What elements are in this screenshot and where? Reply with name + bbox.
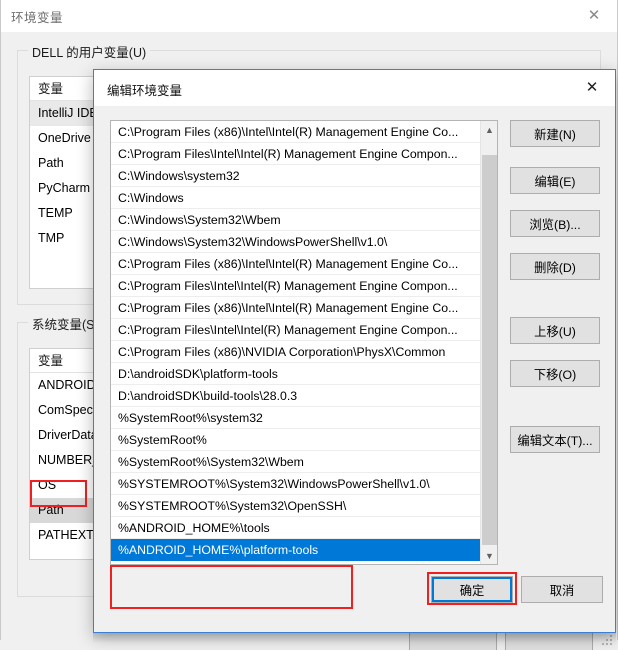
path-row[interactable]: C:\Program Files\Intel\Intel(R) Manageme…	[111, 143, 480, 165]
path-row[interactable]: C:\Windows\System32\Wbem	[111, 209, 480, 231]
path-row[interactable]: C:\Windows	[111, 187, 480, 209]
path-row-selected[interactable]: %ANDROID_HOME%\platform-tools	[111, 539, 480, 561]
path-entries-container: C:\Program Files (x86)\Intel\Intel(R) Ma…	[111, 121, 480, 564]
path-row[interactable]: %SYSTEMROOT%\System32\WindowsPowerShell\…	[111, 473, 480, 495]
path-row[interactable]: C:\Program Files (x86)\Intel\Intel(R) Ma…	[111, 121, 480, 143]
path-row[interactable]: %SystemRoot%\System32\Wbem	[111, 451, 480, 473]
path-row[interactable]: %SystemRoot%	[111, 429, 480, 451]
path-row[interactable]: %SYSTEMROOT%\System32\OpenSSH\	[111, 495, 480, 517]
path-row[interactable]: C:\Program Files (x86)\Intel\Intel(R) Ma…	[111, 253, 480, 275]
move-down-button[interactable]: 下移(O)	[510, 360, 600, 387]
parent-titlebar: 环境变量 ✕	[1, 0, 617, 32]
ok-button[interactable]: 确定	[431, 576, 513, 603]
delete-button[interactable]: 删除(D)	[510, 253, 600, 280]
path-row[interactable]: C:\Windows\System32\WindowsPowerShell\v1…	[111, 231, 480, 253]
cancel-button[interactable]: 取消	[521, 576, 603, 603]
edit-environment-variable-dialog: 编辑环境变量 ✕ C:\Program Files (x86)\Intel\In…	[93, 69, 616, 633]
close-icon[interactable]: ✕	[571, 0, 617, 31]
move-up-button[interactable]: 上移(U)	[510, 317, 600, 344]
dialog-title: 编辑环境变量	[107, 84, 183, 98]
screenshot-root: 环境变量 ✕ DELL 的用户变量(U) 变量 IntelliJ IDE One…	[0, 0, 618, 650]
path-row[interactable]: D:\androidSDK\build-tools\28.0.3	[111, 385, 480, 407]
new-button[interactable]: 新建(N)	[510, 120, 600, 147]
dialog-titlebar: 编辑环境变量 ✕	[94, 70, 615, 106]
path-row[interactable]: C:\Program Files\Intel\Intel(R) Manageme…	[111, 275, 480, 297]
path-row[interactable]: %SystemRoot%\system32	[111, 407, 480, 429]
browse-button[interactable]: 浏览(B)...	[510, 210, 600, 237]
system-variables-group-label: 系统变量(S)	[28, 314, 103, 333]
chevron-up-icon[interactable]: ▲	[481, 121, 498, 138]
path-row[interactable]: C:\Program Files (x86)\NVIDIA Corporatio…	[111, 341, 480, 363]
path-list-scrollbar[interactable]: ▲ ▼	[480, 121, 497, 564]
path-entries-listbox[interactable]: C:\Program Files (x86)\Intel\Intel(R) Ma…	[110, 120, 498, 565]
path-row[interactable]: C:\Program Files (x86)\Intel\Intel(R) Ma…	[111, 297, 480, 319]
path-row[interactable]: C:\Windows\system32	[111, 165, 480, 187]
path-row[interactable]: D:\androidSDK\platform-tools	[111, 363, 480, 385]
scrollbar-thumb[interactable]	[482, 155, 497, 545]
user-variables-group-label: DELL 的用户变量(U)	[28, 42, 151, 61]
path-row[interactable]: C:\Program Files\Intel\Intel(R) Manageme…	[111, 319, 480, 341]
chevron-down-icon[interactable]: ▼	[481, 547, 498, 564]
edit-button[interactable]: 编辑(E)	[510, 167, 600, 194]
dialog-body: C:\Program Files (x86)\Intel\Intel(R) Ma…	[94, 106, 615, 632]
close-icon[interactable]: ✕	[569, 70, 615, 105]
dialog-drop-shadow	[93, 633, 616, 643]
edit-text-button[interactable]: 编辑文本(T)...	[510, 426, 600, 453]
path-row[interactable]: %ANDROID_HOME%\tools	[111, 517, 480, 539]
parent-window-title: 环境变量	[11, 11, 64, 25]
